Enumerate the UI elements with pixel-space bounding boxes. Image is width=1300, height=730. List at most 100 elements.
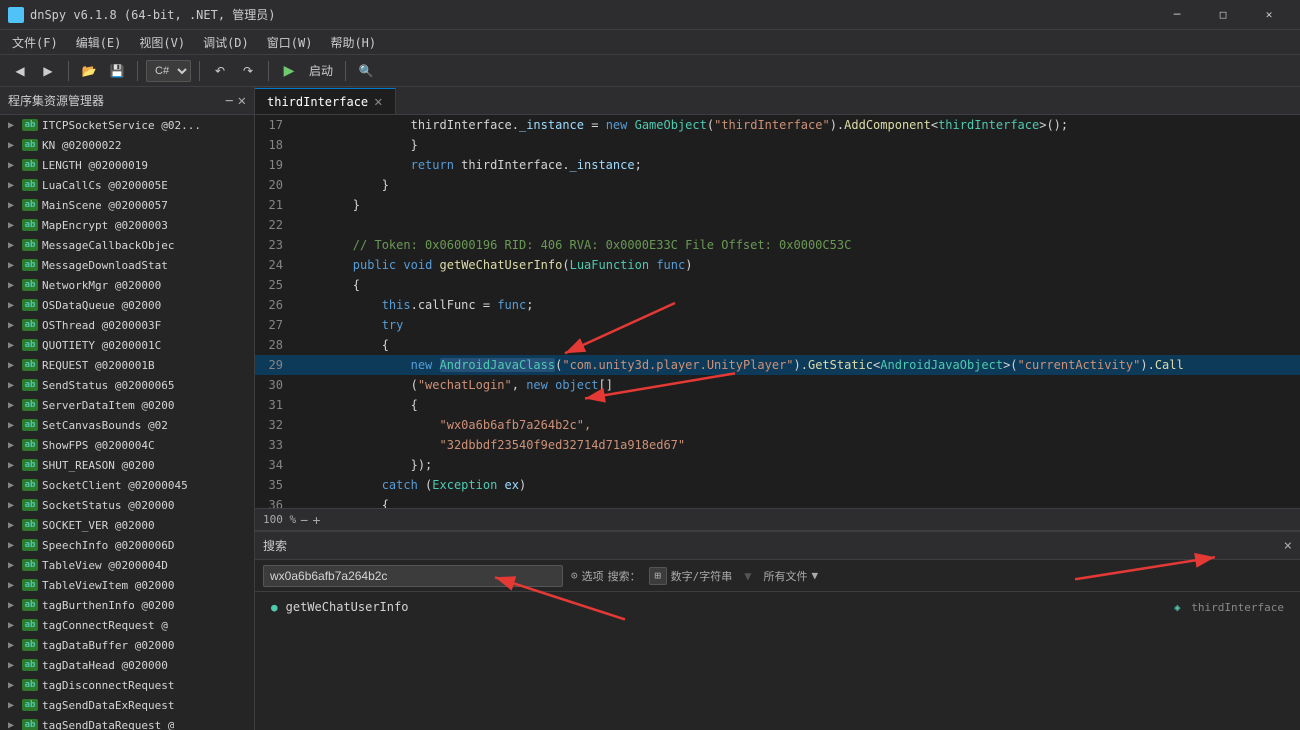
sidebar-pin-button[interactable]: − bbox=[225, 93, 233, 109]
menu-edit[interactable]: 编辑(E) bbox=[68, 32, 130, 53]
editor-area: 17 thirdInterface._instance = new GameOb… bbox=[255, 115, 1300, 730]
sidebar-item-5[interactable]: ▶ ab MapEncrypt @0200003 bbox=[0, 215, 254, 235]
tree-item-label: OSThread @0200003F bbox=[42, 319, 161, 332]
tree-item-icon: ab bbox=[22, 237, 38, 253]
search-panel-close[interactable]: × bbox=[1284, 538, 1292, 554]
sidebar-item-0[interactable]: ▶ ab ITCPSocketService @02... bbox=[0, 115, 254, 135]
tree-item-icon: ab bbox=[22, 357, 38, 373]
close-button[interactable]: ✕ bbox=[1246, 0, 1292, 30]
code-line-28: 28 { bbox=[255, 335, 1300, 355]
tree-expander: ▶ bbox=[8, 400, 22, 411]
tree-item-icon: ab bbox=[22, 137, 38, 153]
tree-item-icon: ab bbox=[22, 597, 38, 613]
tree-expander: ▶ bbox=[8, 520, 22, 531]
sidebar-item-19[interactable]: ▶ ab SocketStatus @020000 bbox=[0, 495, 254, 515]
minimize-button[interactable]: ─ bbox=[1154, 0, 1200, 30]
sidebar-item-30[interactable]: ▶ ab tagSendDataRequest @ bbox=[0, 715, 254, 730]
tab-label: thirdInterface bbox=[267, 95, 368, 109]
tree-item-label: tagSendDataExRequest bbox=[42, 699, 174, 712]
language-dropdown[interactable]: C# bbox=[146, 60, 191, 82]
tree-item-icon: ab bbox=[22, 637, 38, 653]
zoom-value: 100 % bbox=[263, 513, 296, 526]
sidebar-item-18[interactable]: ▶ ab SocketClient @02000045 bbox=[0, 475, 254, 495]
back-button[interactable]: ◀ bbox=[8, 59, 32, 83]
sidebar-item-24[interactable]: ▶ ab tagBurthenInfo @0200 bbox=[0, 595, 254, 615]
tree-item-label: TableViewItem @02000 bbox=[42, 579, 174, 592]
tab-thirdinterface[interactable]: thirdInterface ✕ bbox=[255, 88, 396, 114]
sidebar-item-25[interactable]: ▶ ab tagConnectRequest @ bbox=[0, 615, 254, 635]
forward-button[interactable]: ▶ bbox=[36, 59, 60, 83]
sidebar-item-14[interactable]: ▶ ab ServerDataItem @0200 bbox=[0, 395, 254, 415]
search-scope-selector[interactable]: 所有文件 ▼ bbox=[763, 568, 818, 584]
sidebar-item-23[interactable]: ▶ ab TableViewItem @02000 bbox=[0, 575, 254, 595]
search-result-0[interactable]: ● getWeChatUserInfo ◈ thirdInterface bbox=[255, 596, 1300, 618]
sidebar-item-27[interactable]: ▶ ab tagDataHead @020000 bbox=[0, 655, 254, 675]
sidebar-item-28[interactable]: ▶ ab tagDisconnectRequest bbox=[0, 675, 254, 695]
sidebar-item-26[interactable]: ▶ ab tagDataBuffer @02000 bbox=[0, 635, 254, 655]
sidebar-item-17[interactable]: ▶ ab SHUT_REASON @0200 bbox=[0, 455, 254, 475]
tree-item-icon: ab bbox=[22, 617, 38, 633]
zoom-increase-button[interactable]: + bbox=[312, 512, 320, 528]
tree-item-label: SocketClient @02000045 bbox=[42, 479, 188, 492]
code-line-34: 34 }); bbox=[255, 455, 1300, 475]
search-button[interactable]: 🔍 bbox=[354, 59, 378, 83]
sidebar-item-13[interactable]: ▶ ab SendStatus @02000065 bbox=[0, 375, 254, 395]
sidebar-tree[interactable]: ▶ ab ITCPSocketService @02... ▶ ab KN @0… bbox=[0, 115, 254, 730]
search-type-selector[interactable]: ⊞ 数字/字符串 bbox=[649, 567, 733, 585]
code-scroll[interactable]: 17 thirdInterface._instance = new GameOb… bbox=[255, 115, 1300, 508]
sidebar-item-12[interactable]: ▶ ab REQUEST @0200001B bbox=[0, 355, 254, 375]
sidebar-close-button[interactable]: ✕ bbox=[238, 93, 246, 109]
sidebar-item-8[interactable]: ▶ ab NetworkMgr @020000 bbox=[0, 275, 254, 295]
zoom-decrease-button[interactable]: − bbox=[300, 512, 308, 528]
menu-debug[interactable]: 调试(D) bbox=[195, 32, 257, 53]
sidebar-item-9[interactable]: ▶ ab OSDataQueue @02000 bbox=[0, 295, 254, 315]
sidebar-item-3[interactable]: ▶ ab LuaCallCs @0200005E bbox=[0, 175, 254, 195]
menu-bar: 文件(F) 编辑(E) 视图(V) 调试(D) 窗口(W) 帮助(H) bbox=[0, 30, 1300, 55]
menu-file[interactable]: 文件(F) bbox=[4, 32, 66, 53]
sidebar-item-4[interactable]: ▶ ab MainScene @02000057 bbox=[0, 195, 254, 215]
sidebar-item-1[interactable]: ▶ ab KN @02000022 bbox=[0, 135, 254, 155]
tree-item-label: tagDataBuffer @02000 bbox=[42, 639, 174, 652]
tree-expander: ▶ bbox=[8, 620, 22, 631]
tree-item-icon: ab bbox=[22, 337, 38, 353]
maximize-button[interactable]: □ bbox=[1200, 0, 1246, 30]
result-name-0: getWeChatUserInfo bbox=[286, 600, 409, 614]
save-button[interactable]: 💾 bbox=[105, 59, 129, 83]
menu-view[interactable]: 视图(V) bbox=[131, 32, 193, 53]
search-input-wrapper[interactable] bbox=[263, 565, 563, 587]
menu-window[interactable]: 窗口(W) bbox=[259, 32, 321, 53]
sidebar-item-21[interactable]: ▶ ab SpeechInfo @0200006D bbox=[0, 535, 254, 555]
search-input[interactable] bbox=[270, 569, 556, 583]
tree-item-label: tagSendDataRequest @ bbox=[42, 719, 174, 730]
play-button[interactable]: ▶ bbox=[277, 59, 301, 83]
sidebar-item-20[interactable]: ▶ ab SOCKET_VER @02000 bbox=[0, 515, 254, 535]
result-icon-0: ● bbox=[271, 601, 278, 614]
undo-button[interactable]: ↶ bbox=[208, 59, 232, 83]
redo-button[interactable]: ↷ bbox=[236, 59, 260, 83]
tree-expander: ▶ bbox=[8, 260, 22, 271]
code-line-32: 32 "wx0a6b6afb7a264b2c", bbox=[255, 415, 1300, 435]
tree-item-label: tagConnectRequest @ bbox=[42, 619, 168, 632]
search-colon: 搜索： bbox=[608, 568, 641, 584]
sidebar-item-10[interactable]: ▶ ab OSThread @0200003F bbox=[0, 315, 254, 335]
tree-expander: ▶ bbox=[8, 720, 22, 730]
sidebar-item-29[interactable]: ▶ ab tagSendDataExRequest bbox=[0, 695, 254, 715]
sidebar-item-15[interactable]: ▶ ab SetCanvasBounds @02 bbox=[0, 415, 254, 435]
sidebar-item-6[interactable]: ▶ ab MessageCallbackObjec bbox=[0, 235, 254, 255]
search-toolbar: ⊙ 选项 搜索： ⊞ 数字/字符串 ▼ 所有文件 ▼ bbox=[255, 560, 1300, 592]
sidebar-item-2[interactable]: ▶ ab LENGTH @02000019 bbox=[0, 155, 254, 175]
code-line-30: 30 ("wechatLogin", new object[] bbox=[255, 375, 1300, 395]
menu-help[interactable]: 帮助(H) bbox=[322, 32, 384, 53]
sidebar-item-16[interactable]: ▶ ab ShowFPS @0200004C bbox=[0, 435, 254, 455]
sidebar-item-7[interactable]: ▶ ab MessageDownloadStat bbox=[0, 255, 254, 275]
tree-item-icon: ab bbox=[22, 657, 38, 673]
tree-expander: ▶ bbox=[8, 660, 22, 671]
sidebar-item-22[interactable]: ▶ ab TableView @0200004D bbox=[0, 555, 254, 575]
open-button[interactable]: 📂 bbox=[77, 59, 101, 83]
sidebar-item-11[interactable]: ▶ ab QUOTIETY @0200001C bbox=[0, 335, 254, 355]
search-options-button[interactable]: ⊙ 选项 搜索： bbox=[571, 568, 641, 584]
search-results[interactable]: ● getWeChatUserInfo ◈ thirdInterface bbox=[255, 592, 1300, 730]
tab-close-button[interactable]: ✕ bbox=[374, 94, 382, 110]
start-button[interactable]: 启动 bbox=[305, 59, 337, 83]
zoom-bar: 100 % − + bbox=[255, 508, 1300, 530]
